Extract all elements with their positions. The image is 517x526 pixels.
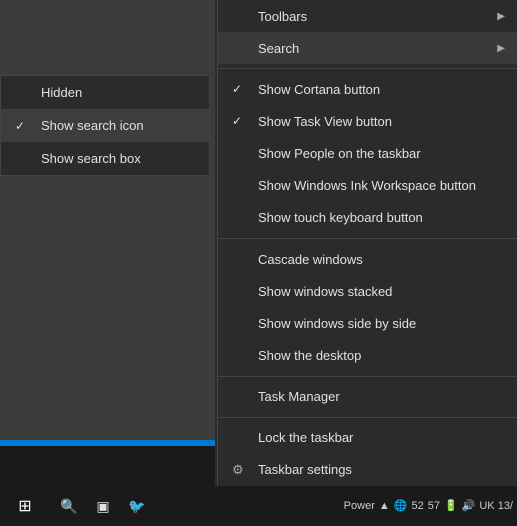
taskbar-clock[interactable]: UK 13/ bbox=[479, 499, 513, 513]
menu-item-label-show-cortana: Show Cortana button bbox=[258, 82, 501, 97]
menu-item-label-stacked: Show windows stacked bbox=[258, 284, 501, 299]
search-item-label-show-search-box: Show search box bbox=[41, 151, 193, 166]
menu-item-search[interactable]: Search bbox=[218, 32, 517, 64]
menu-item-label-search: Search bbox=[258, 41, 501, 56]
search-item-show-search-box[interactable]: Show search box bbox=[1, 142, 209, 175]
taskbar-network-icon: 🌐 bbox=[394, 499, 408, 512]
taskbar-power-label: Power bbox=[344, 500, 375, 512]
check-icon: ✓ bbox=[232, 82, 242, 96]
menu-item-task-manager[interactable]: Task Manager bbox=[218, 381, 517, 413]
menu-item-show-desktop[interactable]: Show the desktop bbox=[218, 339, 517, 371]
menu-item-lock-taskbar[interactable]: Lock the taskbar bbox=[218, 422, 517, 454]
main-context-menu: Toolbars Search ✓ Show Cortana button ✓ Show … bbox=[217, 0, 517, 486]
menu-item-label-show-desktop: Show the desktop bbox=[258, 348, 501, 363]
menu-divider bbox=[218, 68, 517, 69]
search-item-hidden[interactable]: Hidden bbox=[1, 76, 209, 109]
gear-icon: ⚙ bbox=[232, 462, 244, 478]
menu-item-label-show-ink: Show Windows Ink Workspace button bbox=[258, 178, 501, 193]
menu-item-show-ink[interactable]: Show Windows Ink Workspace button bbox=[218, 170, 517, 202]
menu-item-taskbar-settings[interactable]: ⚙ Taskbar settings bbox=[218, 454, 517, 486]
menu-item-show-people[interactable]: Show People on the taskbar bbox=[218, 138, 517, 170]
menu-item-label-show-touch: Show touch keyboard button bbox=[258, 210, 501, 225]
start-button[interactable]: ⊞ bbox=[0, 486, 50, 526]
menu-item-label-show-people: Show People on the taskbar bbox=[258, 146, 501, 161]
menu-item-label-side-by-side: Show windows side by side bbox=[258, 316, 501, 331]
taskbar-num1: 52 bbox=[411, 500, 423, 512]
taskbar-twitter-icon[interactable]: 🐦 bbox=[122, 491, 152, 521]
menu-item-label-lock-taskbar: Lock the taskbar bbox=[258, 430, 501, 445]
menu-item-label-task-manager: Task Manager bbox=[258, 389, 501, 404]
menu-divider bbox=[218, 417, 517, 418]
menu-item-show-cortana[interactable]: ✓ Show Cortana button bbox=[218, 73, 517, 105]
background-area bbox=[0, 0, 215, 486]
menu-divider bbox=[218, 238, 517, 239]
menu-item-show-touch[interactable]: Show touch keyboard button bbox=[218, 202, 517, 234]
taskbar-battery-icon: 🔋 bbox=[444, 499, 458, 512]
search-item-label-hidden: Hidden bbox=[41, 85, 193, 100]
check-icon: ✓ bbox=[232, 114, 242, 128]
taskbar-icons: 🔍 ▣ 🐦 bbox=[50, 491, 156, 521]
taskbar-num2: 57 bbox=[428, 500, 440, 512]
taskbar-task-view-icon[interactable]: ▣ bbox=[88, 491, 118, 521]
bg-taskbar-portion bbox=[0, 446, 215, 486]
check-icon: ✓ bbox=[15, 119, 25, 133]
menu-item-label-show-task-view: Show Task View button bbox=[258, 114, 501, 129]
menu-item-stacked[interactable]: Show windows stacked bbox=[218, 275, 517, 307]
menu-item-side-by-side[interactable]: Show windows side by side bbox=[218, 307, 517, 339]
search-item-show-search-icon[interactable]: ✓ Show search icon bbox=[1, 109, 209, 142]
taskbar-up-arrow[interactable]: ▲ bbox=[379, 500, 390, 512]
menu-item-label-taskbar-settings: Taskbar settings bbox=[258, 462, 501, 477]
menu-item-label-cascade: Cascade windows bbox=[258, 252, 501, 267]
taskbar-volume-icon: 🔊 bbox=[462, 499, 476, 512]
menu-item-label-toolbars: Toolbars bbox=[258, 9, 501, 24]
menu-divider bbox=[218, 376, 517, 377]
menu-item-cascade[interactable]: Cascade windows bbox=[218, 243, 517, 275]
menu-item-show-task-view[interactable]: ✓ Show Task View button bbox=[218, 105, 517, 137]
search-submenu: Hidden ✓ Show search icon Show search box bbox=[0, 75, 210, 176]
search-item-label-show-search-icon: Show search icon bbox=[41, 118, 193, 133]
menu-item-toolbars[interactable]: Toolbars bbox=[218, 0, 517, 32]
taskbar-right-area: Power ▲ 🌐 52 57 🔋 🔊 UK 13/ bbox=[344, 499, 517, 513]
taskbar-search-icon[interactable]: 🔍 bbox=[54, 491, 84, 521]
taskbar: ⊞ 🔍 ▣ 🐦 Power ▲ 🌐 52 57 🔋 🔊 UK 13/ bbox=[0, 486, 517, 526]
